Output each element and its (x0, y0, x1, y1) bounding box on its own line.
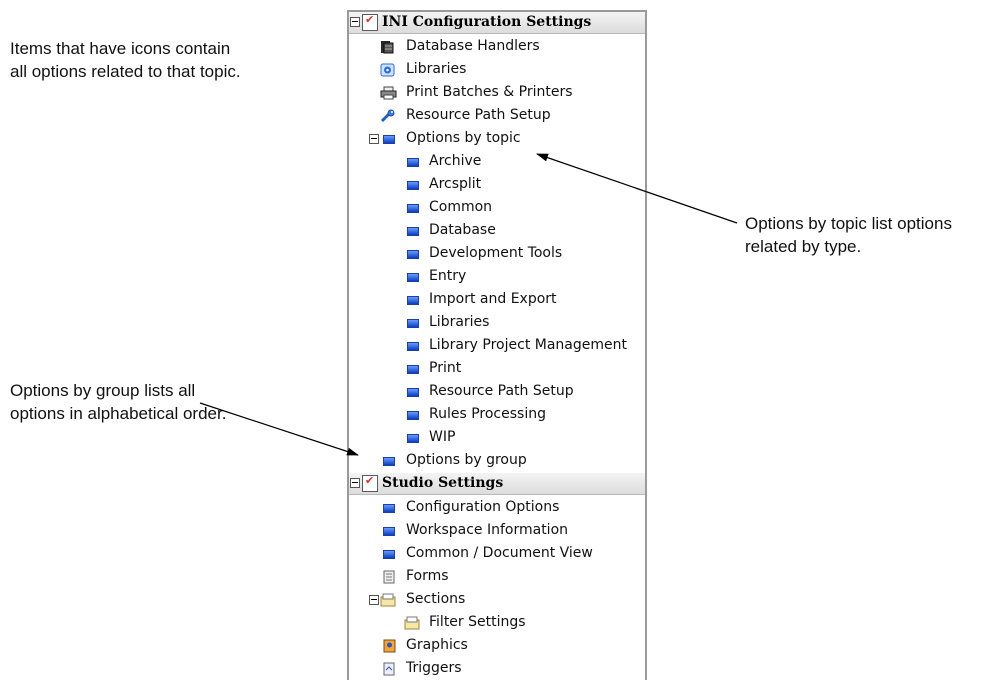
arrow-topic (536, 153, 738, 224)
callout-arrows (199, 153, 738, 456)
arrow-group (199, 402, 359, 456)
